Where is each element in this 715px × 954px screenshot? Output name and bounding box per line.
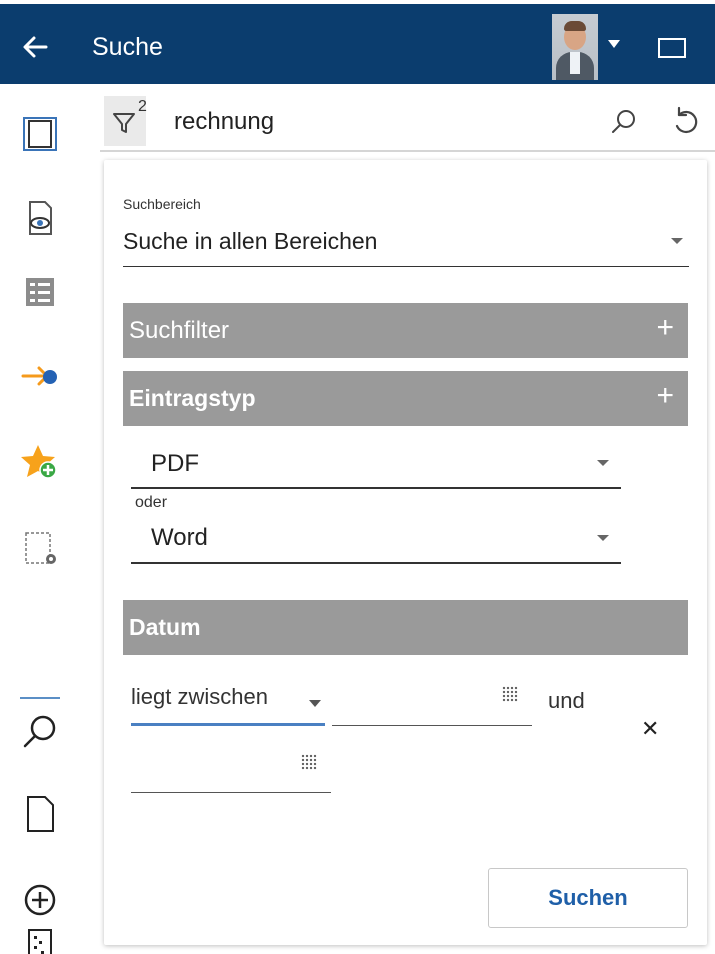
- avatar[interactable]: [552, 14, 598, 80]
- new-document-icon: [27, 796, 54, 832]
- app-header: Suche: [0, 0, 715, 90]
- entry-type-select-2[interactable]: Word: [131, 518, 621, 568]
- scope-select[interactable]: Suche in allen Bereichen: [123, 222, 689, 268]
- rail-selection-button[interactable]: [18, 526, 62, 570]
- rail-add-button[interactable]: [18, 878, 62, 922]
- rail-scan-button[interactable]: [18, 928, 62, 954]
- back-button[interactable]: [20, 28, 60, 64]
- page-title: Suche: [92, 33, 163, 61]
- rail-forward-button[interactable]: [18, 354, 62, 398]
- selection-settings-icon: [25, 532, 56, 564]
- rail-preview-button[interactable]: [18, 196, 62, 240]
- section-eintragstyp[interactable]: Eintragstyp +: [123, 371, 688, 426]
- arrow-left-icon: [23, 36, 48, 58]
- search-icon: [612, 110, 635, 133]
- panel-toggle-icon[interactable]: [658, 38, 686, 58]
- search-icon: [23, 715, 56, 748]
- date-to-input[interactable]: [131, 748, 331, 793]
- calendar-icon[interactable]: [502, 686, 518, 702]
- chevron-down-icon[interactable]: [608, 40, 620, 48]
- date-operator-select[interactable]: liegt zwischen: [131, 684, 268, 710]
- side-toolbar: [0, 90, 100, 954]
- plus-icon[interactable]: +: [656, 313, 674, 343]
- search-bar: 2 rechnung: [100, 94, 715, 152]
- search-submit-button[interactable]: [608, 106, 640, 138]
- calendar-icon[interactable]: [301, 754, 317, 770]
- section-datum[interactable]: Datum: [123, 600, 688, 655]
- rail-document-button[interactable]: [18, 112, 62, 156]
- date-operator-underline: [131, 723, 325, 726]
- scope-value: Suche in allen Bereichen: [123, 228, 378, 254]
- entry-type-select-1[interactable]: PDF: [131, 442, 621, 490]
- or-connector: oder: [135, 494, 168, 511]
- search-input[interactable]: rechnung: [174, 108, 274, 136]
- document-preview-icon: [29, 201, 52, 235]
- and-label: und: [548, 688, 585, 713]
- chevron-down-icon: [671, 238, 683, 244]
- entry-type-value: PDF: [151, 450, 199, 477]
- add-favorite-icon: [21, 445, 57, 479]
- reset-icon: [675, 106, 698, 134]
- rail-favorite-button[interactable]: [18, 440, 62, 484]
- chevron-down-icon[interactable]: [309, 700, 321, 707]
- scope-label: Suchbereich: [123, 196, 201, 212]
- rail-search-button[interactable]: [18, 710, 62, 754]
- close-icon[interactable]: ✕: [641, 716, 659, 742]
- document-icon: [23, 117, 57, 151]
- search-button[interactable]: Suchen: [488, 868, 688, 928]
- chevron-down-icon: [597, 460, 609, 466]
- entry-type-value: Word: [151, 524, 208, 551]
- rail-new-document-button[interactable]: [18, 792, 62, 836]
- search-form-card: Suchbereich Suche in allen Bereichen Suc…: [104, 160, 707, 945]
- header-bar: Suche: [0, 4, 715, 84]
- rail-divider: [20, 697, 60, 699]
- filter-count-badge: 2: [138, 98, 147, 115]
- section-title: Eintragstyp: [129, 385, 256, 411]
- list-view-icon: [26, 278, 54, 306]
- reset-button[interactable]: [668, 104, 704, 140]
- filter-icon: [113, 113, 135, 133]
- workflow-forward-icon: [21, 366, 57, 386]
- rail-list-button[interactable]: [18, 270, 62, 314]
- add-circle-icon: [24, 884, 56, 916]
- chevron-down-icon: [597, 535, 609, 541]
- section-title: Datum: [129, 614, 201, 640]
- section-suchfilter[interactable]: Suchfilter +: [123, 303, 688, 358]
- document-scan-icon: [28, 929, 52, 954]
- date-from-input[interactable]: [332, 682, 532, 726]
- plus-icon[interactable]: +: [656, 381, 674, 411]
- section-title: Suchfilter: [129, 317, 230, 344]
